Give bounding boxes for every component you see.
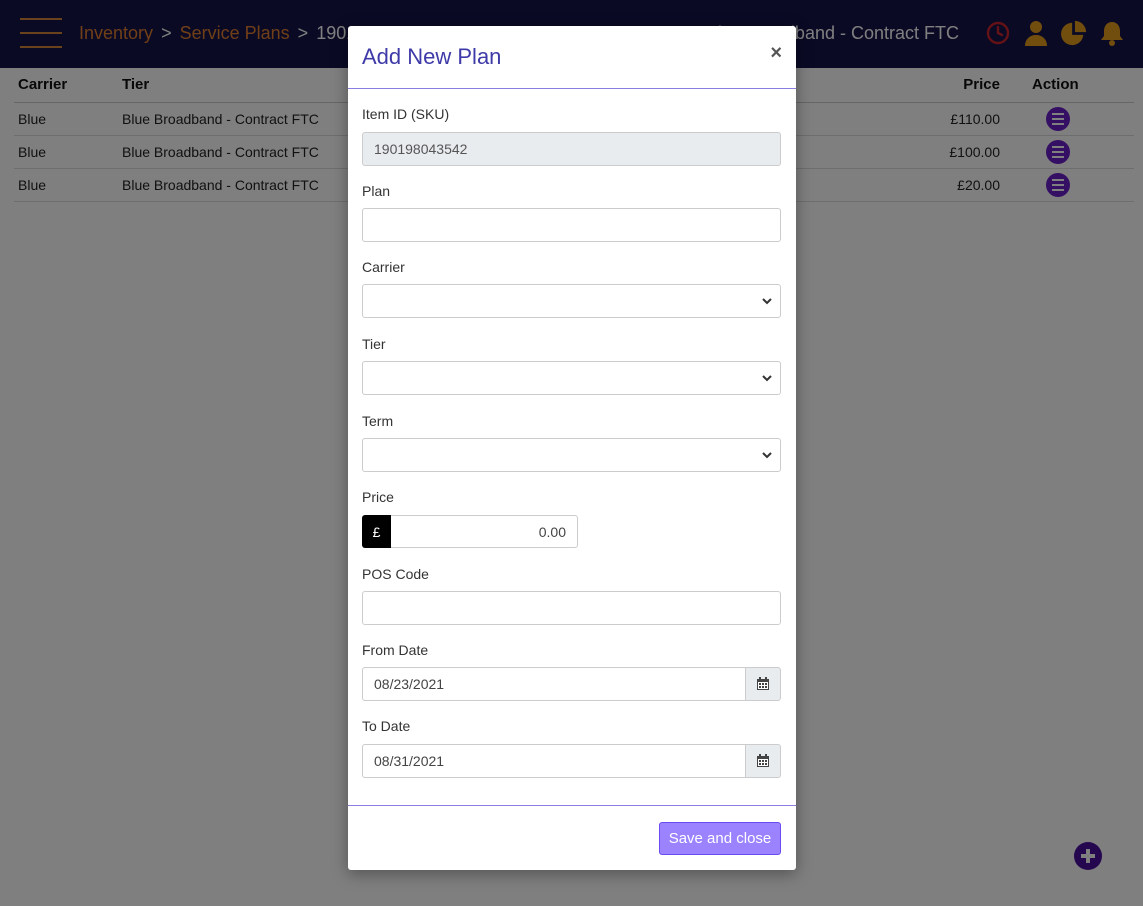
from-date-input[interactable]: 08/23/2021: [362, 667, 746, 701]
plan-label: Plan: [362, 183, 391, 199]
plan-input[interactable]: [362, 208, 781, 242]
modal-title: Add New Plan: [362, 44, 502, 69]
to-date-label: To Date: [362, 718, 411, 734]
from-date-group: 08/23/2021: [362, 667, 781, 701]
to-date-input[interactable]: 08/31/2021: [362, 744, 746, 778]
price-label: Price: [362, 489, 394, 505]
tier-label: Tier: [362, 336, 386, 352]
sku-input: 190198043542: [362, 132, 781, 166]
to-date-group: 08/31/2021: [362, 744, 781, 778]
calendar-icon[interactable]: [745, 667, 781, 701]
price-input[interactable]: 0.00: [391, 515, 578, 548]
chevron-down-icon: [762, 375, 772, 382]
pos-code-input[interactable]: [362, 591, 781, 625]
tier-select[interactable]: [362, 361, 781, 395]
term-select[interactable]: [362, 438, 781, 472]
currency-addon: £: [362, 515, 391, 548]
carrier-label: Carrier: [362, 259, 405, 275]
price-input-group: £ 0.00: [362, 515, 578, 548]
sku-label: Item ID (SKU): [362, 106, 450, 122]
from-date-label: From Date: [362, 642, 429, 658]
chevron-down-icon: [762, 452, 772, 459]
carrier-select[interactable]: [362, 284, 781, 318]
save-and-close-button[interactable]: Save and close: [659, 822, 781, 855]
modal-header: Add New Plan ×: [348, 26, 796, 89]
add-plan-modal: Add New Plan × Item ID (SKU) 19019804354…: [348, 26, 796, 870]
pos-code-label: POS Code: [362, 566, 429, 582]
modal-footer: Save and close: [348, 805, 796, 870]
term-label: Term: [362, 413, 394, 429]
close-icon[interactable]: ×: [770, 42, 782, 65]
calendar-icon[interactable]: [745, 744, 781, 778]
chevron-down-icon: [762, 298, 772, 305]
